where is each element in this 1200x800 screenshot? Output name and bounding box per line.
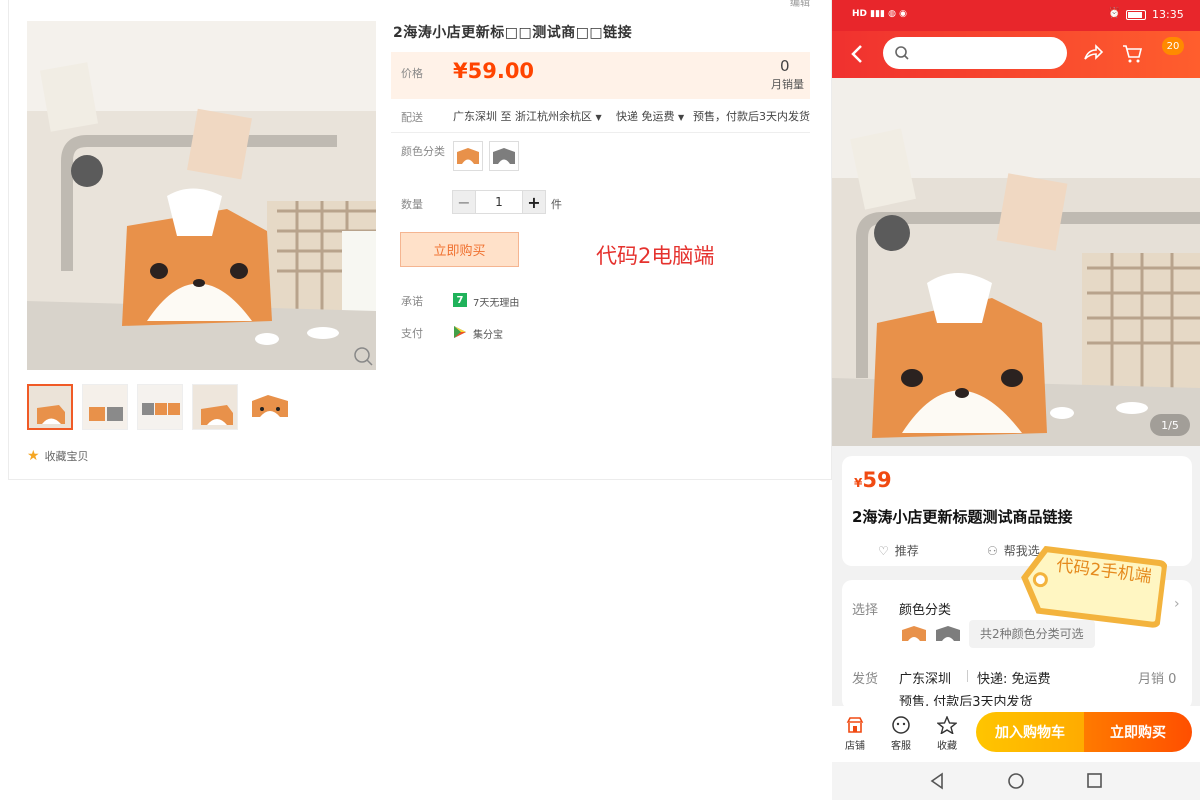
recommend-button[interactable]: ♡ 推荐 — [878, 542, 919, 559]
mobile-product-title: 2海涛小店更新标题测试商品链接 — [852, 508, 1073, 526]
home-circle-icon[interactable] — [1007, 772, 1025, 790]
top-nav-bar: 20 — [832, 31, 1200, 78]
decrease-button[interactable]: − — [452, 190, 476, 214]
price-title-card: ¥59 2海涛小店更新标题测试商品链接 ♡ 推荐 ⚇ 帮我选 — [842, 456, 1192, 566]
sku-thumb-orange — [902, 626, 926, 641]
price-value: ¥59.00 — [453, 59, 535, 83]
tab-favorite[interactable]: 收藏 — [932, 715, 962, 752]
battery-icon — [1126, 10, 1146, 20]
ship-to-select[interactable]: 浙江杭州余杭区 ▼ — [515, 108, 602, 124]
tab-label: 店铺 — [845, 741, 865, 752]
tissue-box-photo — [832, 78, 1200, 446]
shipping-label: 配送 — [401, 111, 423, 124]
recents-square-icon[interactable] — [1086, 772, 1104, 790]
payment-label: 支付 — [401, 327, 423, 340]
price-value: 59 — [862, 468, 892, 492]
sku-thumb-gray — [936, 626, 960, 641]
alarm-icon: ⏰ — [1108, 8, 1121, 19]
thumbnail-1[interactable] — [27, 384, 73, 430]
price-label: 价格 — [401, 67, 423, 80]
monthly-sales-value: 0 — [780, 57, 790, 75]
express-value: 快递 免运费 — [616, 110, 675, 123]
thumbnail-3[interactable] — [137, 384, 183, 430]
monthly-sales: 月销 0 — [1138, 672, 1177, 687]
add-to-cart-button[interactable]: 加入购物车 — [976, 712, 1084, 752]
ship-to-value: 浙江杭州余杭区 — [515, 110, 592, 123]
thumbnail-strip — [27, 384, 293, 430]
buy-now-button[interactable]: 立即购买 — [400, 232, 519, 267]
mobile-price: ¥59 — [854, 468, 892, 492]
star-icon: ★ — [27, 448, 40, 464]
status-bar: HD ▮▮▮ ◍ ◉ ⏰ 13:35 — [832, 0, 1200, 31]
favorite-label: 收藏宝贝 — [44, 450, 89, 463]
heart-icon: ♡ — [878, 543, 889, 558]
promise-label: 承诺 — [401, 295, 423, 308]
thumbnail-2[interactable] — [82, 384, 128, 430]
caret-down-icon: ▼ — [595, 113, 602, 122]
thumbnail-5[interactable] — [247, 384, 293, 430]
product-title: 2海涛小店更新标□□测试商□□链接 — [393, 25, 633, 41]
color-label: 颜色分类 — [401, 145, 445, 158]
cart-badge: 20 — [1162, 37, 1184, 55]
increase-button[interactable]: + — [522, 190, 546, 214]
main-product-image[interactable] — [27, 21, 376, 370]
monthly-sales-label: 月销量 — [771, 78, 804, 91]
payment-logo-icon — [454, 326, 466, 338]
ship-from: 广东深圳 至 — [453, 110, 512, 123]
quantity-unit: 件 — [551, 198, 562, 211]
chat-icon — [892, 716, 910, 734]
tab-label: 收藏 — [937, 741, 957, 752]
divider — [967, 670, 968, 682]
chevron-right-icon: › — [1174, 596, 1180, 612]
thumbnail-4[interactable] — [192, 384, 238, 430]
status-time: 13:35 — [1152, 8, 1184, 21]
mobile-view: HD ▮▮▮ ◍ ◉ ⏰ 13:35 20 1/5 ¥59 2海涛小店更新标题测… — [832, 0, 1200, 800]
tab-customer-service[interactable]: 客服 — [886, 716, 916, 752]
cart-icon[interactable] — [1121, 42, 1143, 64]
ship-label: 发货 — [852, 672, 879, 687]
signal-icons: HD ▮▮▮ ◍ ◉ — [852, 9, 907, 19]
select-label: 选择 — [852, 603, 879, 618]
star-icon — [936, 715, 958, 736]
payment-text: 集分宝 — [473, 330, 503, 341]
seven-day-return-icon: 7 — [453, 293, 467, 307]
divider — [391, 132, 810, 133]
quantity-label: 数量 — [401, 198, 423, 211]
search-input[interactable] — [883, 37, 1067, 69]
back-arrow-icon[interactable] — [850, 44, 864, 64]
sku-option-gray[interactable] — [489, 141, 519, 171]
tissue-box-photo — [27, 21, 376, 370]
quantity-stepper: − 1 + — [452, 190, 546, 214]
edit-link[interactable]: 编辑 — [790, 0, 810, 9]
desktop-view: 编辑 ★ 收藏宝贝 2海涛小店更新标□□测试商□□链接 价格 ¥59.00 0 … — [0, 0, 832, 800]
hero-product-image[interactable] — [832, 78, 1200, 446]
presale-note: 预售，付款后3天内发货 — [693, 110, 810, 123]
search-icon — [895, 46, 909, 60]
people-icon: ⚇ — [987, 543, 998, 558]
quantity-input[interactable]: 1 — [476, 190, 522, 214]
recommend-label: 推荐 — [894, 544, 919, 558]
color-label: 颜色分类 — [899, 603, 952, 618]
mobile-overlay-tag: 代码2手机端 — [1016, 537, 1169, 636]
caret-down-icon: ▼ — [678, 113, 685, 122]
tab-label: 客服 — [891, 741, 911, 752]
favorite-link[interactable]: ★ 收藏宝贝 — [27, 448, 89, 464]
bottom-action-bar: 店铺 客服 收藏 加入购物车 立即购买 — [832, 706, 1200, 762]
ship-from: 广东深圳 — [899, 672, 952, 687]
image-counter: 1/5 — [1150, 414, 1190, 436]
express-fee: 快递: 免运费 — [977, 672, 1051, 687]
back-triangle-icon[interactable] — [929, 772, 945, 790]
desktop-overlay-label: 代码2电脑端 — [596, 244, 715, 268]
promise-text: 7天无理由 — [473, 298, 520, 309]
sku-option-orange[interactable] — [453, 141, 483, 171]
system-nav-bar — [832, 762, 1200, 800]
express-select[interactable]: 快递 免运费 ▼ — [616, 108, 684, 124]
share-icon[interactable] — [1082, 42, 1104, 64]
store-icon — [846, 717, 864, 733]
tab-store[interactable]: 店铺 — [840, 716, 870, 752]
buy-now-button[interactable]: 立即购买 — [1084, 712, 1192, 752]
